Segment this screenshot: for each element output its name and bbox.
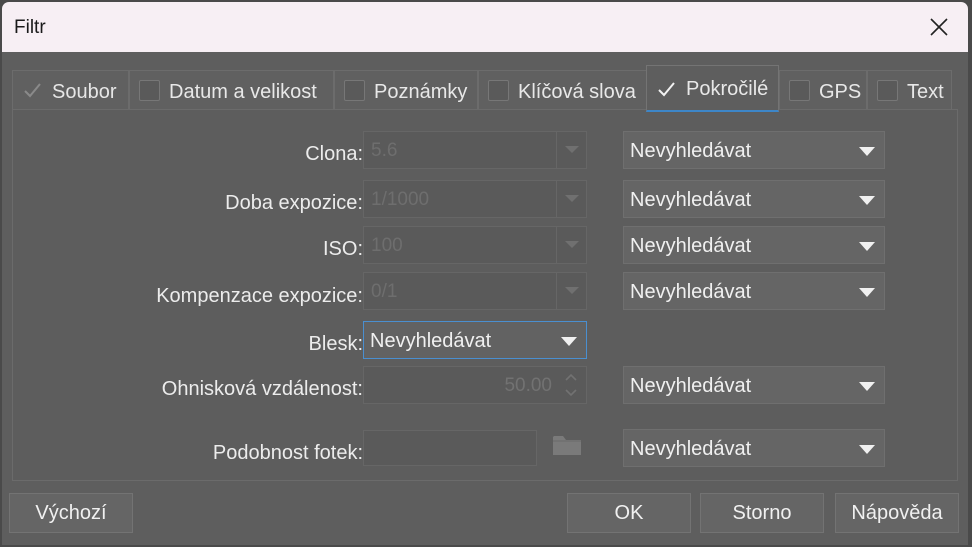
podobnost-path-field (363, 430, 537, 466)
kompenzace-mode-value: Nevyhledávat (630, 281, 752, 303)
default-button[interactable]: Výchozí (9, 493, 133, 533)
podobnost-mode-value: Nevyhledávat (630, 438, 752, 460)
doba-mode-select[interactable]: Nevyhledávat (623, 180, 885, 218)
help-button[interactable]: Nápověda (835, 493, 959, 533)
browse-folder-button[interactable] (551, 431, 583, 461)
chevron-down-icon (564, 146, 579, 153)
chevron-down-icon (859, 196, 875, 205)
chevron-down-icon (564, 287, 579, 294)
close-button[interactable] (924, 12, 954, 42)
chevron-down-icon (564, 241, 579, 248)
chevron-down-icon (859, 147, 875, 156)
tab-bar: Soubor Datum a velikost Poznámky Klíčová… (12, 65, 956, 112)
clona-mode-value: Nevyhledávat (630, 140, 752, 162)
tab-label: Poznámky (374, 81, 468, 103)
ok-button[interactable]: OK (567, 493, 691, 533)
tab-label: Text (907, 81, 944, 103)
iso-mode-select[interactable]: Nevyhledávat (623, 226, 885, 264)
tab-label: Datum a velikost (169, 81, 317, 103)
chevron-down-icon (859, 382, 875, 391)
checkmark-icon (658, 82, 675, 97)
doba-value-combo: 1/1000 (363, 180, 587, 218)
tab-pokrocile[interactable]: Pokročilé (646, 65, 779, 112)
tab-label: GPS (819, 81, 862, 103)
tab-gps[interactable]: GPS (779, 70, 867, 111)
iso-mode-value: Nevyhledávat (630, 235, 752, 257)
checkbox-gps[interactable] (789, 80, 810, 101)
chevron-down-icon (859, 445, 875, 454)
dialog-body: Soubor Datum a velikost Poznámky Klíčová… (2, 52, 968, 545)
blesk-value: Nevyhledávat (370, 330, 492, 352)
kompenzace-mode-select[interactable]: Nevyhledávat (623, 272, 885, 310)
ohnisko-value: 50.00 (504, 375, 552, 396)
chevron-down-icon (564, 195, 579, 202)
podobnost-label: Podobnost fotek: (212, 442, 363, 464)
ohnisko-mode-value: Nevyhledávat (630, 375, 752, 397)
tab-soubor[interactable]: Soubor (12, 70, 129, 111)
cancel-button[interactable]: Storno (700, 493, 824, 533)
podobnost-mode-select[interactable]: Nevyhledávat (623, 429, 885, 467)
spin-arrows-icon (565, 373, 577, 397)
doba-label: Doba expozice: (225, 192, 363, 214)
checkbox-pokrocile[interactable] (656, 79, 677, 100)
doba-mode-value: Nevyhledávat (630, 189, 752, 211)
chevron-down-icon (859, 242, 875, 251)
title-bar: Filtr (2, 2, 968, 52)
chevron-down-icon (859, 288, 875, 297)
tab-label: Klíčová slova (518, 81, 636, 103)
checkbox-text[interactable] (877, 80, 898, 101)
kompenzace-label: Kompenzace expozice: (156, 285, 363, 307)
checkbox-poznamky[interactable] (344, 80, 365, 101)
ohnisko-mode-select[interactable]: Nevyhledávat (623, 366, 885, 404)
clona-value-combo: 5.6 (363, 131, 587, 169)
tab-text[interactable]: Text (867, 70, 952, 111)
tab-label: Soubor (52, 81, 117, 103)
chevron-down-icon (561, 337, 577, 346)
blesk-select[interactable]: Nevyhledávat (363, 321, 587, 359)
checkmark-icon (24, 83, 41, 98)
kompenzace-value: 0/1 (371, 281, 398, 302)
clona-value: 5.6 (371, 140, 398, 161)
window-title: Filtr (14, 17, 46, 38)
iso-value-combo: 100 (363, 226, 587, 264)
close-icon (930, 18, 948, 36)
checkbox-soubor[interactable] (22, 80, 43, 101)
doba-value: 1/1000 (371, 189, 430, 210)
iso-value: 100 (371, 235, 403, 256)
advanced-panel: Clona: 5.6 Nevyhledávat Doba expozice: 1… (12, 109, 958, 481)
iso-label: ISO: (322, 238, 363, 260)
kompenzace-value-combo: 0/1 (363, 272, 587, 310)
checkbox-datum[interactable] (139, 80, 160, 101)
clona-label: Clona: (305, 143, 363, 165)
tab-label: Pokročilé (686, 78, 769, 100)
tab-klicova-slova[interactable]: Klíčová slova (478, 70, 648, 111)
folder-icon (553, 436, 581, 455)
blesk-label: Blesk: (308, 333, 363, 355)
clona-mode-select[interactable]: Nevyhledávat (623, 131, 885, 169)
tab-datum-a-velikost[interactable]: Datum a velikost (129, 70, 334, 111)
checkbox-klicova-slova[interactable] (488, 80, 509, 101)
ohnisko-label: Ohnisková vzdálenost: (161, 378, 363, 400)
tab-poznamky[interactable]: Poznámky (334, 70, 478, 111)
ohnisko-spinbox: 50.00 (363, 366, 587, 404)
